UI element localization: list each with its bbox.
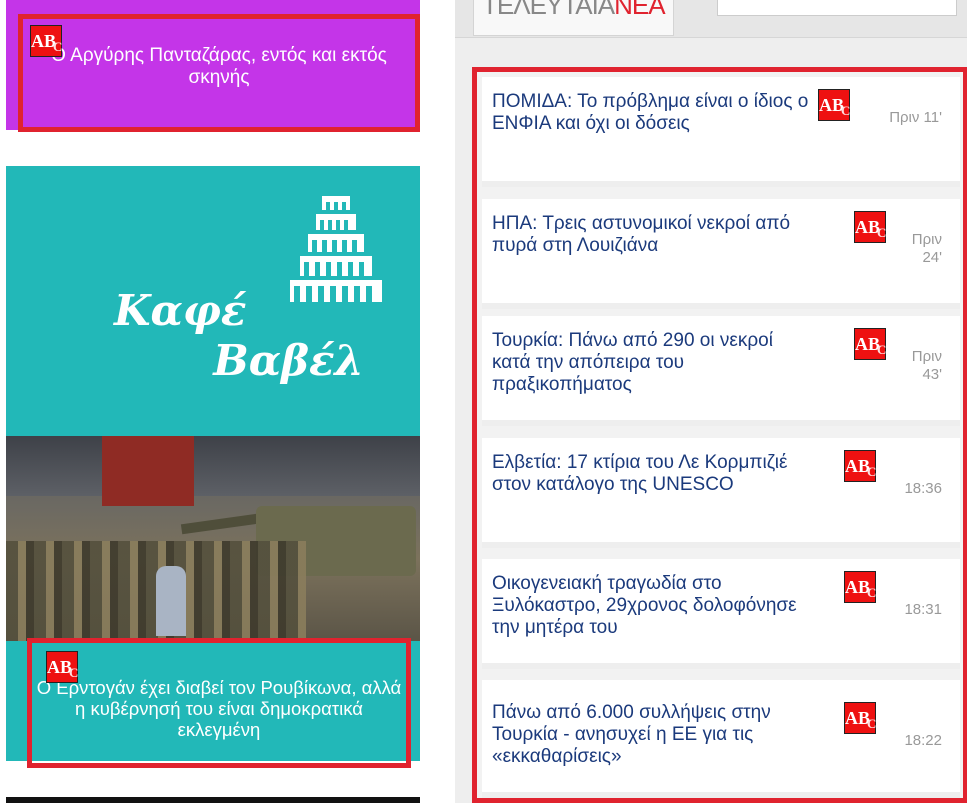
photo-sky <box>6 436 420 496</box>
cafe-title-line2: Βαβέλ <box>213 336 364 385</box>
news-item[interactable]: Τουρκία: Πάνω από 290 οι νεκροί κατά την… <box>482 316 960 426</box>
news-item[interactable]: Ελβετία: 17 κτίρια του Λε Κορμπιζιέ στον… <box>482 438 960 548</box>
news-item[interactable]: ΗΠΑ: Τρεις αστυνομικοί νεκροί από πυρά σ… <box>482 199 960 309</box>
news-item[interactable]: Πάνω από 6.000 συλλήψεις στην Τουρκία - … <box>482 680 960 798</box>
latest-news-list: ΠΟΜΙΔΑ: Το πρόβλημα είναι ο ίδιος ο ΕΝΦΙ… <box>472 67 967 803</box>
news-item[interactable]: Οικογενειακή τραγωδία στο Ξυλόκαστρο, 29… <box>482 559 960 669</box>
news-time: 18:22 <box>904 732 942 749</box>
abc-spellcheck-icon: ABC <box>844 702 876 734</box>
news-title[interactable]: ΗΠΑ: Τρεις αστυνομικοί νεκροί από πυρά σ… <box>492 213 792 257</box>
abc-spellcheck-icon: ABC <box>854 211 886 243</box>
news-time: 18:31 <box>904 601 942 618</box>
tab-label-main: ΤΕΛΕΥΤΑΙΑ <box>482 0 615 20</box>
news-photo-turkey-coup[interactable] <box>6 436 420 641</box>
news-title[interactable]: Τουρκία: Πάνω από 290 οι νεκροί κατά την… <box>492 330 802 396</box>
left-column: ABC Ο Αργύρης Πανταζάρας, εντός και εκτό… <box>0 0 440 803</box>
news-item[interactable]: ΠΟΜΙΔΑ: Το πρόβλημα είναι ο ίδιος ο ΕΝΦΙ… <box>482 77 960 187</box>
news-title[interactable]: Πάνω από 6.000 συλλήψεις στην Τουρκία - … <box>492 702 832 768</box>
abc-spellcheck-icon: ABC <box>844 571 876 603</box>
tab-label-accent: ΝΕΑ <box>614 0 665 20</box>
abc-spellcheck-icon: ABC <box>854 328 886 360</box>
photo-fire-truck <box>102 436 194 506</box>
promo-title-bottom: Ο Ερντογάν έχει διαβεί τον Ρουβίκωνα, αλ… <box>36 677 402 740</box>
news-title[interactable]: Οικογενειακή τραγωδία στο Ξυλόκαστρο, 29… <box>492 573 822 639</box>
news-time: Πριν 11' <box>889 109 942 126</box>
abc-spellcheck-icon: ABC <box>30 25 62 57</box>
news-time: Πριν 24' <box>911 231 942 266</box>
cafe-babel-card[interactable]: Καφέ Βαβέλ <box>6 166 420 436</box>
right-column: ΤΕΛΕΥΤΑΙΑΝΕΑ ΠΟΜΙΔΑ: Το πρόβλημα είναι ο… <box>455 0 967 803</box>
tab-strip: ΤΕΛΕΥΤΑΙΑΝΕΑ <box>455 0 967 38</box>
news-title[interactable]: ΠΟΜΙΔΑ: Το πρόβλημα είναι ο ίδιος ο ΕΝΦΙ… <box>492 91 822 135</box>
abc-spellcheck-icon: ABC <box>844 450 876 482</box>
promo-title-top: Ο Αργύρης Πανταζάρας, εντός και εκτός σκ… <box>51 45 387 88</box>
news-time: 18:36 <box>904 480 942 497</box>
abc-spellcheck-icon: ABC <box>46 651 78 683</box>
tab-latest-news[interactable]: ΤΕΛΕΥΤΑΙΑΝΕΑ <box>473 0 674 36</box>
photo-person <box>156 566 186 636</box>
promo-link-pantazaras[interactable]: ABC Ο Αργύρης Πανταζάρας, εντός και εκτό… <box>18 14 420 132</box>
cafe-babel-title: Καφέ Βαβέλ <box>114 286 364 386</box>
promo-link-erdogan[interactable]: ABC Ο Ερντογάν έχει διαβεί τον Ρουβίκωνα… <box>27 638 411 768</box>
search-input[interactable] <box>717 0 957 16</box>
abc-spellcheck-icon: ABC <box>818 89 850 121</box>
dark-footer-bar <box>6 797 420 803</box>
news-time: Πριν 43' <box>911 348 942 383</box>
page: ABC Ο Αργύρης Πανταζάρας, εντός και εκτό… <box>0 0 967 803</box>
news-title[interactable]: Ελβετία: 17 κτίρια του Λε Κορμπιζιέ στον… <box>492 452 812 496</box>
cafe-title-line1: Καφέ <box>114 286 247 335</box>
